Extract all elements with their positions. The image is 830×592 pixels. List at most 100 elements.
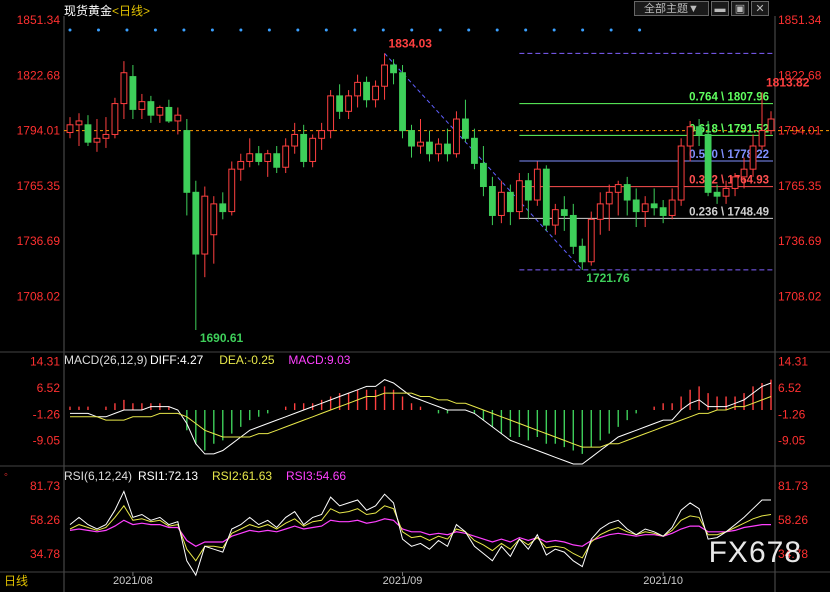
event-marker-dot [524, 28, 528, 32]
window-layout-icon[interactable]: ▣ [731, 1, 749, 16]
fib-level-label: 0.764 \ 1807.96 [689, 92, 769, 104]
instrument-title: 现货黄金<日线> [64, 2, 150, 19]
event-marker-dot [68, 28, 72, 32]
rsi-axis-tick-left: 34.78 [30, 547, 60, 561]
event-marker-dot [125, 28, 129, 32]
event-marker-dot [324, 28, 328, 32]
macd-legend-item: DIFF:4.27 [150, 353, 204, 367]
candle-body [84, 124, 92, 143]
candle-body [668, 199, 676, 216]
candle-body [542, 168, 550, 226]
candle-body [327, 95, 335, 132]
time-axis-label: 2021/08 [113, 575, 153, 587]
candle-body [66, 124, 74, 134]
candle-body [417, 141, 424, 147]
fib-level-label: 0.382 \ 1764.93 [689, 175, 769, 187]
candle-body [497, 191, 505, 216]
candle-body [605, 191, 613, 205]
candle-body [282, 145, 290, 168]
event-marker-dot [467, 28, 471, 32]
macd-axis-tick-left: -1.26 [33, 407, 61, 421]
candle-body [515, 180, 523, 213]
rsi-axis-tick-right: 58.26 [778, 513, 808, 527]
price-axis-tick-right: 1765.35 [778, 179, 822, 193]
candle-body [246, 153, 254, 162]
candle-body [731, 176, 739, 189]
event-marker-dot [495, 28, 499, 32]
rsi-legend-item: RSI2:61.63 [212, 469, 272, 483]
candle-body [354, 81, 362, 97]
candle-body [237, 160, 245, 170]
event-marker-dot [552, 28, 556, 32]
event-marker-dot [609, 28, 613, 32]
candle-body [390, 64, 397, 74]
macd-axis-tick-left: -9.05 [33, 434, 61, 448]
topic-dropdown[interactable]: 全部主题▼ [634, 1, 709, 16]
candle-body [336, 95, 344, 112]
candle-body [255, 153, 263, 162]
candle-body [506, 191, 514, 213]
candle-body [767, 118, 775, 132]
candle-body [749, 145, 757, 170]
event-marker-dot [267, 28, 271, 32]
minimize-icon[interactable]: ▬ [711, 1, 729, 16]
price-extreme-label: 1690.61 [200, 331, 244, 345]
price-axis-tick-left: 1851.34 [17, 13, 61, 27]
candle-body [453, 118, 460, 155]
period-label[interactable]: <日线> [112, 4, 150, 18]
candle-body [686, 126, 694, 147]
rsi-title: RSI(6,12,24) [64, 469, 132, 483]
candle-body [300, 133, 308, 162]
candle-body [174, 114, 182, 122]
event-marker-dot [353, 28, 357, 32]
instrument-name: 现货黄金 [64, 4, 113, 18]
chevron-down-icon: ▼ [688, 3, 699, 15]
candle-body [372, 85, 379, 101]
candle-body [291, 133, 299, 147]
rsi-axis-tick-right: 81.73 [778, 479, 808, 493]
candle-body [578, 245, 586, 263]
candle-body [479, 162, 487, 188]
candle-body [165, 106, 173, 122]
macd-axis-tick-left: 14.31 [30, 355, 60, 369]
rsi-axis-tick-left: 81.73 [30, 479, 60, 493]
bottom-period-label[interactable]: 日线 [4, 572, 28, 589]
event-marker-dot [438, 28, 442, 32]
macd-legend-item: MACD:9.03 [288, 353, 350, 367]
candle-body [102, 133, 110, 139]
event-marker-dot [96, 28, 100, 32]
macd-axis-tick-right: -1.26 [778, 407, 806, 421]
event-marker-dot [381, 28, 385, 32]
event-marker-dot [581, 28, 585, 32]
candle-body [488, 186, 496, 216]
candle-body [120, 72, 128, 105]
event-marker-dot [153, 28, 157, 32]
time-axis-label: 2021/09 [383, 575, 423, 587]
macd-diff-line [70, 379, 772, 465]
candle-body [695, 126, 703, 135]
rsi-axis-tick-left: 58.26 [30, 513, 60, 527]
candle-body [444, 143, 451, 155]
fib-level-label: 0.500 \ 1778.22 [689, 149, 769, 161]
event-marker-dot [296, 28, 300, 32]
candle-body [596, 203, 604, 220]
candle-body [758, 130, 766, 147]
candle-body [201, 195, 209, 255]
price-axis-tick-right: 1851.34 [778, 13, 822, 27]
candle-body [533, 168, 541, 201]
candle-body [93, 137, 101, 143]
candle-body [560, 209, 568, 216]
fib-level-label: 0.236 \ 1748.49 [689, 206, 769, 218]
candle-body [632, 199, 640, 213]
chart-canvas[interactable]: 1851.34 1851.341822.68 1822.681794.01 1794.… [0, 0, 830, 592]
rsi1-line [69, 490, 771, 577]
price-axis-tick-right: 1736.69 [778, 234, 822, 248]
candle-body [138, 101, 146, 110]
close-icon[interactable]: ✕ [751, 1, 769, 16]
candle-body [75, 120, 83, 126]
candle-body [587, 218, 595, 263]
candle-body [471, 137, 478, 164]
watermark-logo: FX678 [708, 536, 802, 569]
macd-axis-tick-right: -9.05 [778, 434, 806, 448]
rsi-marker-icon: ◦ [4, 469, 8, 481]
